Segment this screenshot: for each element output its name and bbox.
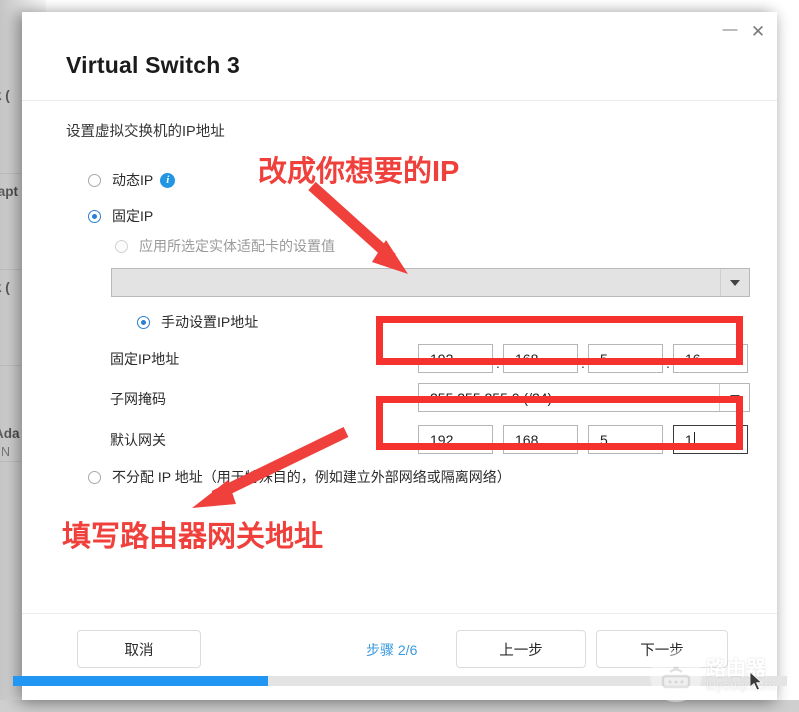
list-item-line1: Ada (0, 426, 20, 441)
radio-dynamic-ip-indicator (88, 173, 101, 187)
radio-apply-adapter-label: 应用所选定实体适配卡的设置值 (139, 238, 335, 254)
radio-static-ip-label: 固定IP (112, 208, 154, 224)
ip-separator: . (581, 436, 585, 452)
radio-no-ip-indicator (88, 470, 101, 484)
list-item-line1: k ( (0, 280, 10, 295)
static-ip-octet-3[interactable]: 5 (588, 344, 663, 373)
gateway-octet-1[interactable]: 192 (418, 425, 493, 454)
annotation-change-ip: 改成你想要的IP (258, 156, 460, 188)
radio-manual-ip-indicator (137, 315, 150, 329)
subnet-mask-select[interactable]: 255.255.255.0 (/24) (418, 383, 750, 412)
static-ip-label: 固定IP地址 (110, 351, 180, 367)
next-button[interactable]: 下一步 (596, 630, 728, 668)
ip-separator: . (666, 436, 670, 452)
gateway-octet-3[interactable]: 5 (588, 425, 663, 454)
static-ip-octet-4[interactable]: 16 (673, 344, 748, 373)
virtual-switch-dialog: — ✕ Virtual Switch 3 设置虚拟交换机的IP地址 动态IP i… (22, 12, 777, 700)
radio-manual-ip-label: 手动设置IP地址 (161, 314, 259, 330)
radio-dynamic-ip[interactable]: 动态IP i (88, 170, 176, 190)
radio-no-ip[interactable]: 不分配 IP 地址（用于特殊目的，例如建立外部网络或隔离网络） (88, 467, 511, 487)
progress-bar (13, 676, 787, 686)
subnet-mask-value: 255.255.255.0 (/24) (430, 389, 553, 406)
screen: k ( lapt ) k ( Ada , N — ✕ Virtual Switc… (0, 0, 799, 712)
ip-separator: . (666, 355, 670, 371)
adapter-select[interactable] (111, 268, 750, 297)
static-ip-octet-2[interactable]: 168 (503, 344, 578, 373)
gateway-octet-4-value: 1 (685, 431, 693, 448)
window-controls: — ✕ (717, 16, 771, 46)
page-subtitle: 设置虚拟交换机的IP地址 (66, 124, 225, 140)
chevron-down-icon (719, 384, 749, 411)
subnet-mask-label: 子网掩码 (110, 391, 166, 407)
back-button[interactable]: 上一步 (456, 630, 586, 668)
cancel-button[interactable]: 取消 (77, 630, 201, 668)
gateway-octet-4[interactable]: 1 (673, 425, 748, 454)
page-title: Virtual Switch 3 (66, 52, 241, 78)
radio-static-ip-indicator (88, 209, 101, 223)
footer-divider (22, 613, 777, 614)
gateway-inputs: 192 . 168 . 5 . 1 (418, 425, 748, 454)
ip-separator: . (496, 436, 500, 452)
radio-dynamic-ip-label: 动态IP (112, 172, 154, 188)
static-ip-inputs: 192 . 168 . 5 . 16 (418, 344, 748, 373)
text-cursor (693, 432, 695, 447)
step-indicator: 步骤 2/6 (366, 642, 418, 658)
chevron-down-icon (720, 269, 749, 296)
info-icon[interactable]: i (160, 172, 176, 188)
ip-separator: . (581, 355, 585, 371)
mouse-cursor-icon (750, 672, 763, 691)
static-ip-octet-1[interactable]: 192 (418, 344, 493, 373)
radio-apply-adapter-settings[interactable]: 应用所选定实体适配卡的设置值 (115, 236, 335, 256)
radio-static-ip[interactable]: 固定IP (88, 206, 153, 226)
list-item-line1: lapt (0, 184, 19, 199)
title-divider (22, 100, 777, 101)
list-item-line1: k ( (0, 88, 10, 103)
radio-manual-ip[interactable]: 手动设置IP地址 (137, 312, 258, 332)
annotation-gateway: 填写路由器网关地址 (62, 521, 324, 553)
close-icon[interactable]: ✕ (745, 18, 771, 44)
radio-apply-adapter-indicator (115, 239, 128, 253)
radio-no-ip-label: 不分配 IP 地址（用于特殊目的，例如建立外部网络或隔离网络） (112, 469, 511, 485)
minimize-icon[interactable]: — (717, 16, 743, 46)
default-gateway-label: 默认网关 (110, 432, 166, 448)
progress-bar-fill (13, 676, 269, 686)
gateway-octet-2[interactable]: 168 (503, 425, 578, 454)
ip-separator: . (496, 355, 500, 371)
